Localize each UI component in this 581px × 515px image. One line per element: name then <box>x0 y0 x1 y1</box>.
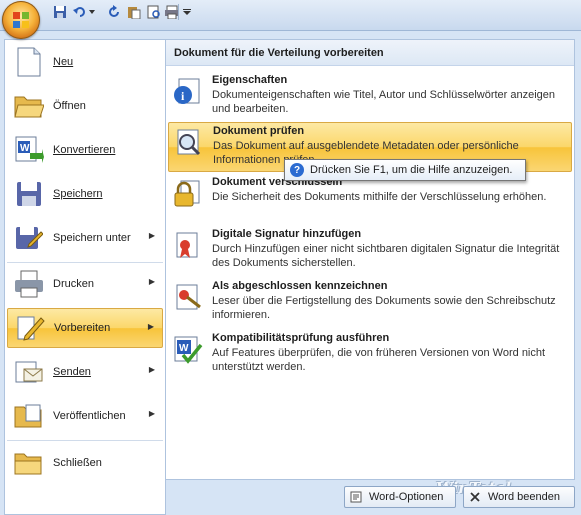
option-description: Die Sicherheit des Dokuments mithilfe de… <box>212 191 547 203</box>
menu-item-label: Senden <box>53 366 91 378</box>
option-description: Dokumenteigenschaften wie Titel, Autor u… <box>212 89 556 115</box>
print-preview-icon[interactable] <box>146 4 162 20</box>
menu-item-convert[interactable]: W Konvertieren <box>7 130 163 170</box>
option-title: Digitale Signatur hinzufügen <box>212 228 362 240</box>
open-folder-icon <box>13 90 45 122</box>
office-logo-icon <box>13 12 29 28</box>
publish-icon <box>13 400 45 432</box>
menu-item-send[interactable]: Senden ▶ <box>7 352 163 392</box>
prepare-submenu: Dokument für die Verteilung vorbereiten … <box>165 39 575 480</box>
repeat-icon[interactable] <box>106 4 122 20</box>
save-icon <box>13 178 45 210</box>
menu-item-label: Öffnen <box>53 100 86 112</box>
office-button[interactable] <box>2 1 40 39</box>
menu-item-publish[interactable]: Veröffentlichen ▶ <box>7 396 163 436</box>
help-icon: ? <box>290 163 304 177</box>
menu-item-label: Konvertieren <box>53 144 116 156</box>
option-description: Auf Features überprüfen, die von frühere… <box>212 347 546 373</box>
submenu-arrow-icon: ▶ <box>148 277 155 286</box>
office-menu: Neu Öffnen W Konvertieren Speichern Spei… <box>0 30 581 515</box>
option-encrypt-document[interactable]: Dokument verschlüsseln Die Sicherheit de… <box>168 174 572 224</box>
menu-separator <box>7 262 163 263</box>
menu-item-print[interactable]: Drucken ▶ <box>7 264 163 304</box>
customize-toolbar-icon[interactable] <box>182 4 192 20</box>
exit-word-button[interactable]: Word beenden <box>463 486 575 508</box>
word-options-label: Word-Optionen <box>369 491 444 503</box>
submenu-arrow-icon: ▶ <box>148 231 155 240</box>
tooltip-text: Drücken Sie F1, um die Hilfe anzuzeigen. <box>310 164 513 176</box>
submenu-arrow-icon: ▶ <box>147 322 154 331</box>
prepare-icon <box>14 312 46 344</box>
menu-item-label: Drucken <box>53 278 94 290</box>
menu-item-label: Vorbereiten <box>54 322 111 334</box>
menu-item-label: Speichern unter <box>53 232 131 244</box>
menu-item-label: Schließen <box>53 457 102 469</box>
save-as-icon <box>13 222 45 254</box>
submenu-arrow-icon: ▶ <box>148 365 155 374</box>
option-title: Als abgeschlossen kennzeichnen <box>212 280 388 292</box>
menu-item-label: Neu <box>53 56 74 68</box>
help-tooltip: ? Drücken Sie F1, um die Hilfe anzuzeige… <box>284 159 526 181</box>
close-folder-icon <box>13 447 45 479</box>
compatibility-check-icon: W <box>172 334 204 366</box>
submenu-arrow-icon: ▶ <box>148 409 155 418</box>
option-description: Leser über die Fertigstellung des Dokume… <box>212 295 556 321</box>
quick-access-toolbar <box>0 0 581 30</box>
save-icon[interactable] <box>52 4 68 20</box>
undo-icon[interactable] <box>72 4 88 20</box>
encrypt-lock-icon <box>172 178 204 210</box>
convert-icon: W <box>13 134 45 166</box>
new-document-icon <box>13 46 45 78</box>
options-icon <box>349 490 363 504</box>
paste-icon[interactable] <box>126 4 142 20</box>
menu-item-save-as[interactable]: Speichern unter ▶ <box>7 218 163 258</box>
option-title: Eigenschaften <box>212 74 288 86</box>
printer-icon <box>13 268 45 300</box>
mark-final-icon <box>172 282 204 314</box>
office-menu-commands: Neu Öffnen W Konvertieren Speichern Spei… <box>4 39 166 515</box>
option-description: Durch Hinzufügen einer nicht sichtbaren … <box>212 243 560 269</box>
send-icon <box>13 356 45 388</box>
option-mark-as-final[interactable]: Als abgeschlossen kennzeichnen Leser übe… <box>168 278 572 328</box>
menu-item-open[interactable]: Öffnen <box>7 86 163 126</box>
option-title: Kompatibilitätsprüfung ausführen <box>212 332 390 344</box>
menu-separator <box>7 440 163 441</box>
menu-item-save[interactable]: Speichern <box>7 174 163 214</box>
menu-item-new[interactable]: Neu <box>7 42 163 82</box>
inspect-document-icon <box>173 127 205 159</box>
close-icon <box>468 490 482 504</box>
submenu-header: Dokument für die Verteilung vorbereiten <box>166 40 574 66</box>
menu-item-prepare[interactable]: Vorbereiten ▶ <box>7 308 163 348</box>
svg-text:W: W <box>20 143 30 154</box>
undo-dropdown-icon[interactable] <box>88 4 96 20</box>
menu-item-close[interactable]: Schließen <box>7 443 163 483</box>
toolbar-separator <box>178 4 179 20</box>
menu-item-label: Veröffentlichen <box>53 410 126 422</box>
option-compatibility-check[interactable]: W Kompatibilitätsprüfung ausführen Auf F… <box>168 330 572 380</box>
menu-item-label: Speichern <box>53 188 103 200</box>
properties-icon: i <box>172 76 204 108</box>
option-properties[interactable]: i Eigenschaften Dokumenteigenschaften wi… <box>168 72 572 122</box>
svg-text:W: W <box>179 343 189 354</box>
option-title: Dokument prüfen <box>213 125 305 137</box>
signature-icon <box>172 230 204 262</box>
exit-word-label: Word beenden <box>488 491 560 503</box>
word-options-button[interactable]: Word-Optionen <box>344 486 456 508</box>
option-add-signature[interactable]: Digitale Signatur hinzufügen Durch Hinzu… <box>168 226 572 276</box>
